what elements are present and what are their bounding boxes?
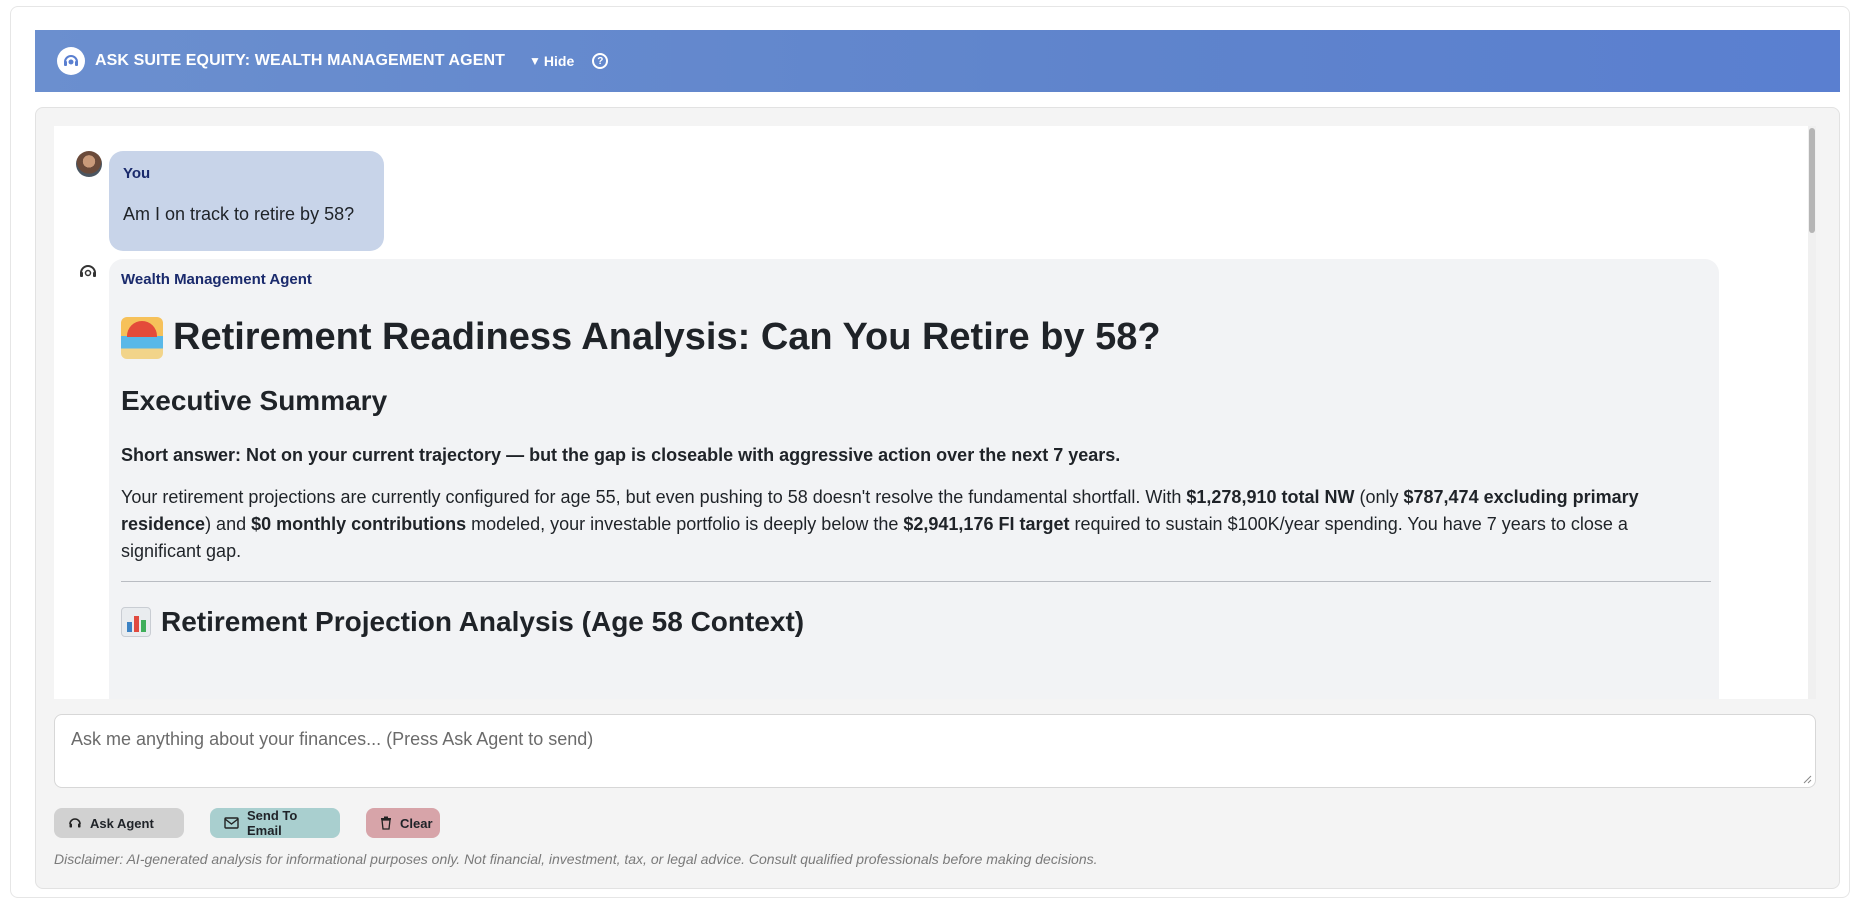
projection-heading-text: Retirement Projection Analysis (Age 58 C… <box>161 606 805 637</box>
agent-sender-label: Wealth Management Agent <box>121 271 312 288</box>
triangle-down-icon: ▼ <box>529 54 541 68</box>
question-input[interactable]: Ask me anything about your finances... (… <box>54 714 1816 788</box>
para-text: (only <box>1354 487 1404 507</box>
agent-message-bubble: Wealth Management Agent Retirement Readi… <box>109 259 1719 699</box>
para-text: Your retirement projections are currentl… <box>121 487 1187 507</box>
chat-scrollbar[interactable] <box>1808 126 1816 699</box>
agent-headset-icon <box>77 261 99 283</box>
ask-agent-button[interactable]: Ask Agent <box>54 808 184 838</box>
summary-paragraph: Your retirement projections are currentl… <box>121 484 1707 565</box>
hide-toggle[interactable]: ▼ Hide <box>529 53 574 69</box>
analysis-title: Retirement Readiness Analysis: Can You R… <box>121 316 1707 359</box>
mail-icon <box>224 817 239 829</box>
analysis-title-text: Retirement Readiness Analysis: Can You R… <box>173 316 1161 358</box>
para-text: modeled, your investable portfolio is de… <box>466 514 904 534</box>
action-bar: Ask Agent Send To Email Clear <box>54 808 466 838</box>
projection-heading: Retirement Projection Analysis (Age 58 C… <box>121 606 1707 638</box>
section-divider <box>121 581 1711 582</box>
ask-agent-label: Ask Agent <box>90 815 154 831</box>
agent-header-bar: ASK SUITE EQUITY: WEALTH MANAGEMENT AGEN… <box>35 30 1840 92</box>
clear-button[interactable]: Clear <box>366 808 440 838</box>
help-icon[interactable]: ? <box>592 53 609 69</box>
send-to-email-label: Send To Email <box>247 808 298 838</box>
user-sender-label: You <box>123 165 151 182</box>
para-text: ) and <box>205 514 252 534</box>
chat-panel: You Am I on track to retire by 58? Wealt… <box>35 107 1840 889</box>
trash-icon <box>380 816 392 830</box>
resize-handle-icon[interactable] <box>1802 774 1812 784</box>
hide-label: Hide <box>543 53 575 69</box>
beach-umbrella-icon <box>121 316 163 359</box>
user-message-bubble: You Am I on track to retire by 58? <box>109 151 384 251</box>
header-title: ASK SUITE EQUITY: WEALTH MANAGEMENT AGEN… <box>95 52 506 69</box>
total-nw-value: $1,278,910 total NW <box>1186 487 1355 507</box>
headset-icon <box>68 816 82 830</box>
user-message-text: Am I on track to retire by 58? <box>123 204 355 224</box>
short-answer: Short answer: Not on your current trajec… <box>121 445 1121 465</box>
chat-history[interactable]: You Am I on track to retire by 58? Wealt… <box>54 126 1816 699</box>
chat-scrollbar-thumb[interactable] <box>1809 128 1815 233</box>
question-placeholder: Ask me anything about your finances... (… <box>71 729 594 749</box>
agent-headset-icon <box>57 47 85 75</box>
clear-label: Clear <box>400 815 433 831</box>
disclaimer-text: Disclaimer: AI-generated analysis for in… <box>54 851 1098 867</box>
executive-summary-heading: Executive Summary <box>121 385 388 416</box>
bar-chart-icon <box>121 607 151 637</box>
monthly-contributions-value: $0 monthly contributions <box>251 514 467 534</box>
send-to-email-button[interactable]: Send To Email <box>210 808 340 838</box>
user-avatar <box>76 151 102 177</box>
help-glyph: ? <box>597 55 604 67</box>
fi-target-value: $2,941,176 FI target <box>903 514 1070 534</box>
